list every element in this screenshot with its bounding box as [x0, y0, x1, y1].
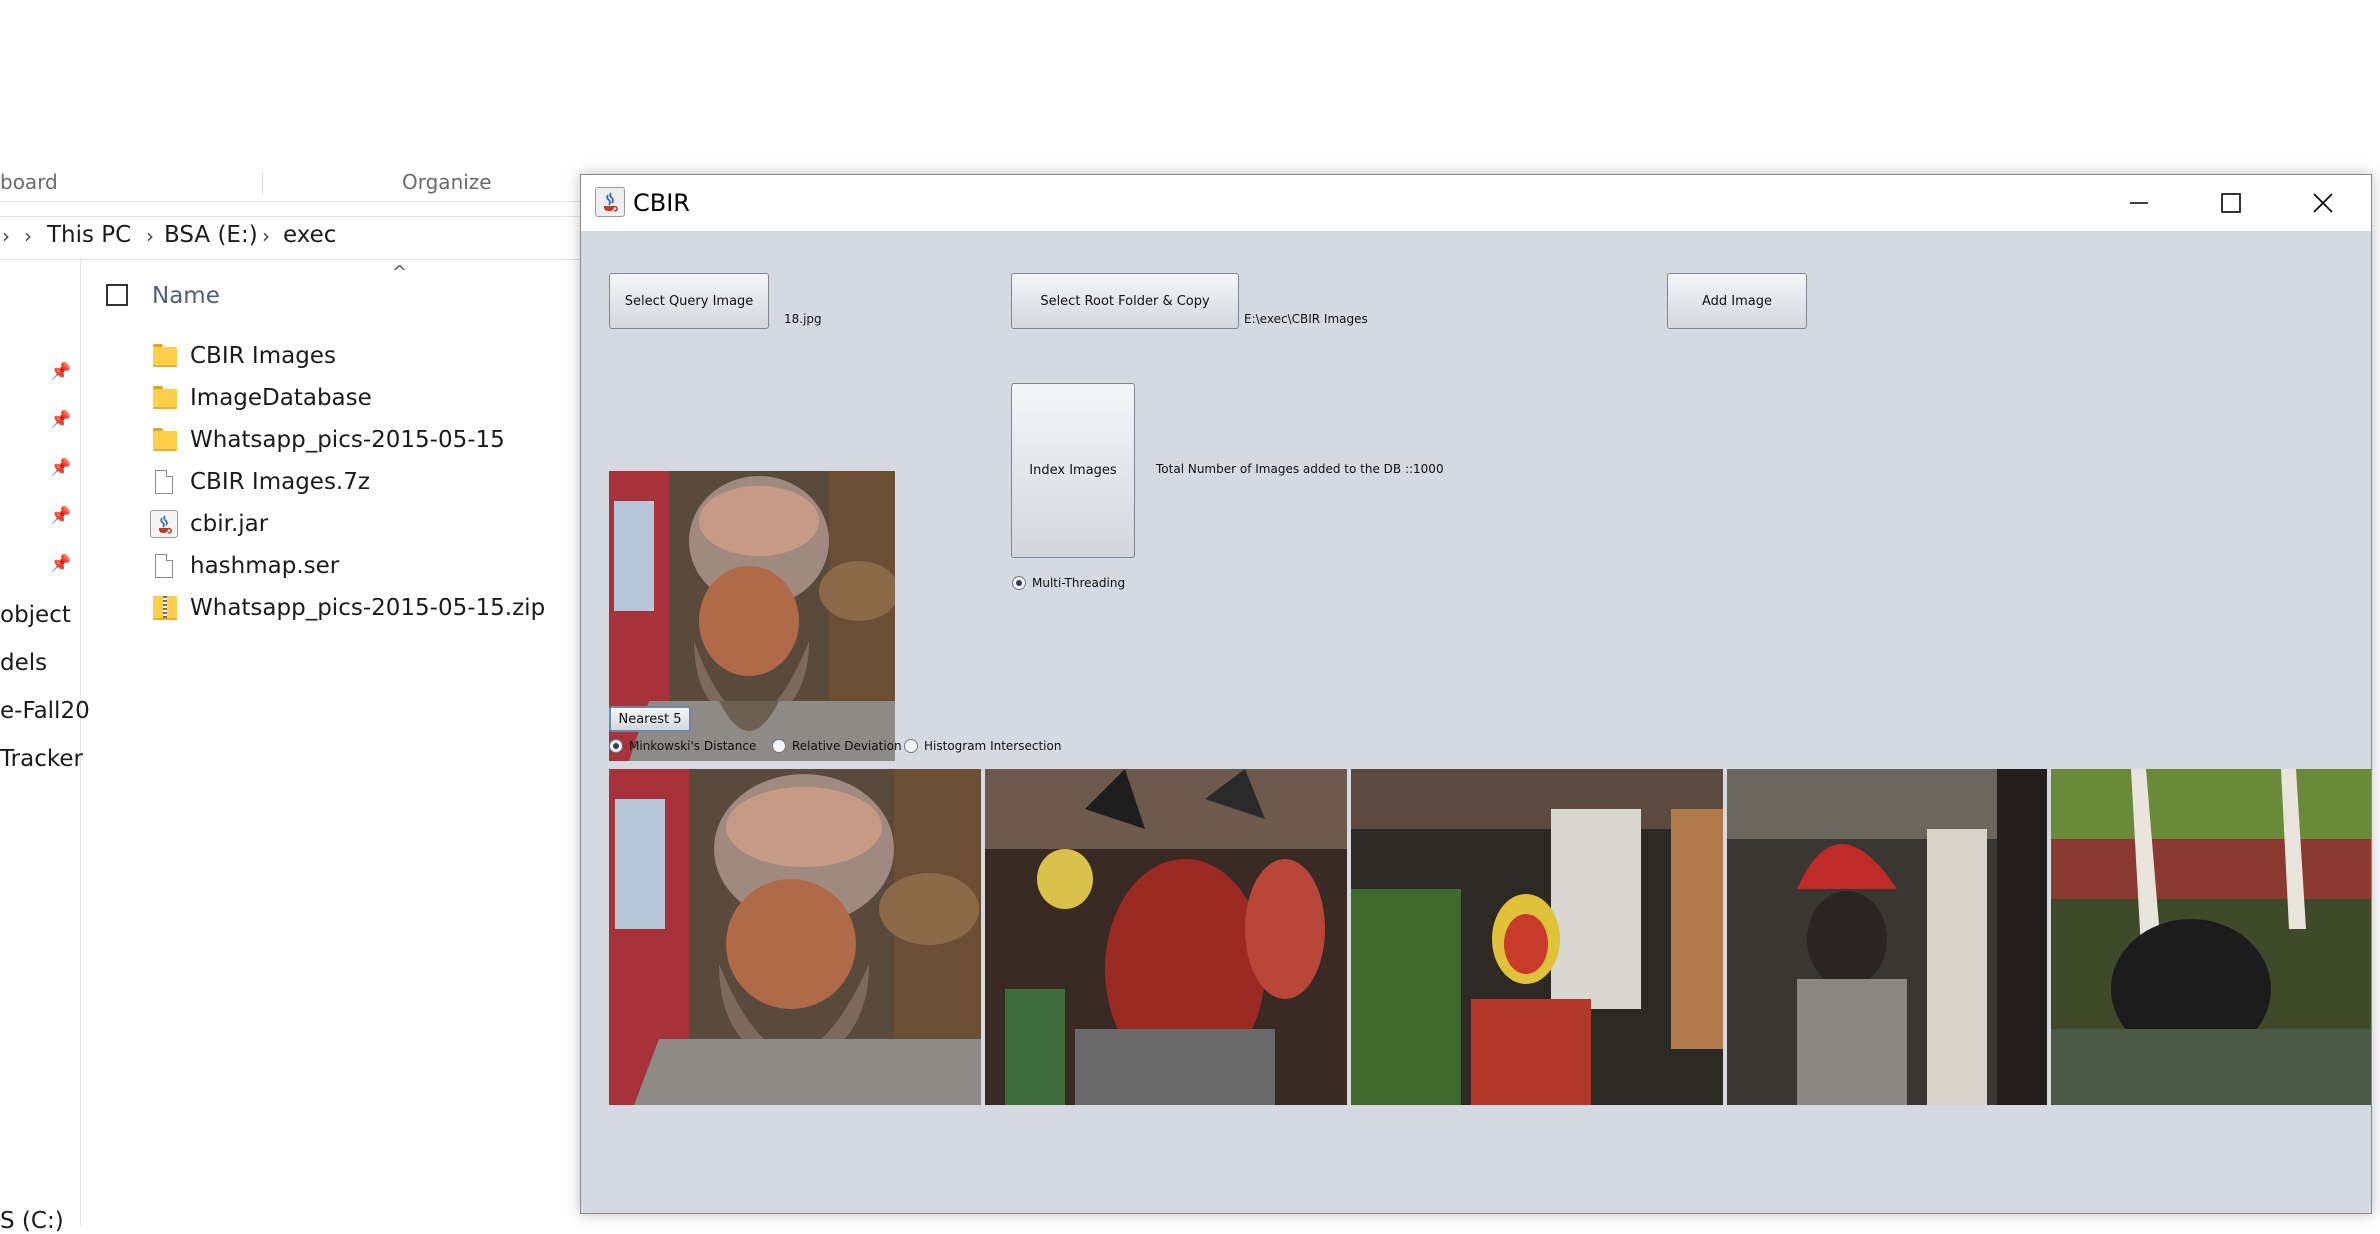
pin-icon[interactable]: 📌 — [50, 458, 71, 478]
ribbon-separator — [262, 172, 263, 194]
query-file-label: 18.jpg — [784, 312, 822, 326]
chevron-right-icon[interactable]: › — [24, 224, 32, 248]
index-images-button[interactable]: Index Images — [1011, 383, 1135, 558]
java-app-icon[interactable] — [595, 187, 625, 217]
close-button[interactable] — [2277, 175, 2369, 231]
title-bar[interactable]: CBIR — [581, 175, 2371, 231]
select-root-folder-button[interactable]: Select Root Folder & Copy — [1011, 273, 1239, 329]
file-name-cbir-images[interactable]: CBIR Images — [190, 343, 336, 369]
nav-item-drive-c[interactable]: S (C:) — [0, 1208, 64, 1234]
nav-item-tracker[interactable]: Tracker — [0, 746, 83, 772]
result-image[interactable] — [609, 769, 981, 1105]
file-name-whatsapp-folder[interactable]: Whatsapp_pics-2015-05-15 — [190, 427, 505, 453]
zip-icon — [153, 596, 177, 620]
file-name-imagedatabase[interactable]: ImageDatabase — [190, 385, 372, 411]
result-image[interactable] — [1727, 769, 2047, 1105]
chevron-right-icon: › — [2, 224, 10, 248]
relative-deviation-label: Relative Deviation — [792, 739, 902, 753]
histogram-intersection-label: Histogram Intersection — [924, 739, 1061, 753]
minimize-icon — [2128, 192, 2150, 214]
file-icon — [155, 554, 173, 578]
nav-pane-divider[interactable] — [80, 258, 81, 1225]
maximize-icon — [2220, 192, 2242, 214]
pin-icon[interactable]: 📌 — [50, 410, 71, 430]
nav-item-models[interactable]: dels — [0, 650, 47, 676]
breadcrumb-drive[interactable]: BSA (E:) — [164, 222, 258, 248]
file-name-cbir-jar[interactable]: cbir.jar — [190, 511, 268, 537]
result-image[interactable] — [985, 769, 1347, 1105]
multithreading-label: Multi-Threading — [1032, 576, 1125, 590]
java-jar-icon — [150, 510, 178, 538]
cbir-content-panel: Select Query Image 18.jpg Select Root Fo… — [581, 231, 2371, 1213]
chevron-right-icon[interactable]: › — [262, 224, 270, 248]
select-query-image-button[interactable]: Select Query Image — [609, 273, 769, 329]
file-name-hashmap[interactable]: hashmap.ser — [190, 553, 339, 579]
nearest-five-button[interactable]: Nearest 5 — [609, 706, 691, 732]
ribbon-clipboard-label[interactable]: board — [0, 170, 58, 194]
pin-icon[interactable]: 📌 — [50, 554, 71, 574]
ribbon-bar — [0, 165, 620, 202]
sort-ascending-icon: ^ — [392, 262, 407, 283]
cbir-window: CBIR Select Query Image 18.jpg Select Ro… — [580, 174, 2372, 1214]
window-title: CBIR — [633, 189, 690, 217]
column-header-name[interactable]: Name — [152, 283, 220, 309]
nav-item-object[interactable]: object — [0, 602, 71, 628]
breadcrumb-exec[interactable]: exec — [283, 222, 336, 248]
folder-icon — [153, 386, 177, 408]
file-icon — [155, 470, 173, 494]
close-icon — [2312, 192, 2334, 214]
multithreading-radio[interactable] — [1012, 576, 1026, 590]
minimize-button[interactable] — [2093, 175, 2185, 231]
pin-icon[interactable]: 📌 — [50, 506, 71, 526]
histogram-intersection-radio[interactable] — [904, 739, 918, 753]
file-name-7z[interactable]: CBIR Images.7z — [190, 469, 370, 495]
select-all-checkbox[interactable] — [106, 284, 128, 306]
result-image[interactable] — [1351, 769, 1723, 1105]
relative-deviation-radio[interactable] — [772, 739, 786, 753]
chevron-right-icon[interactable]: › — [146, 224, 154, 248]
result-image[interactable] — [2051, 769, 2371, 1105]
ribbon-organize-label[interactable]: Organize — [402, 170, 492, 194]
nav-item-fall[interactable]: e-Fall20 — [0, 698, 90, 724]
maximize-button[interactable] — [2185, 175, 2277, 231]
add-image-button[interactable]: Add Image — [1667, 273, 1807, 329]
file-name-whatsapp-zip[interactable]: Whatsapp_pics-2015-05-15.zip — [190, 595, 545, 621]
folder-icon — [153, 344, 177, 366]
minkowski-label: Minkowski's Distance — [629, 739, 756, 753]
folder-icon — [153, 428, 177, 450]
total-images-label: Total Number of Images added to the DB :… — [1156, 462, 1444, 476]
minkowski-radio[interactable] — [609, 739, 623, 753]
pin-icon[interactable]: 📌 — [50, 362, 71, 382]
breadcrumb-this-pc[interactable]: This PC — [47, 222, 131, 248]
root-path-label: E:\exec\CBIR Images — [1244, 312, 1368, 326]
